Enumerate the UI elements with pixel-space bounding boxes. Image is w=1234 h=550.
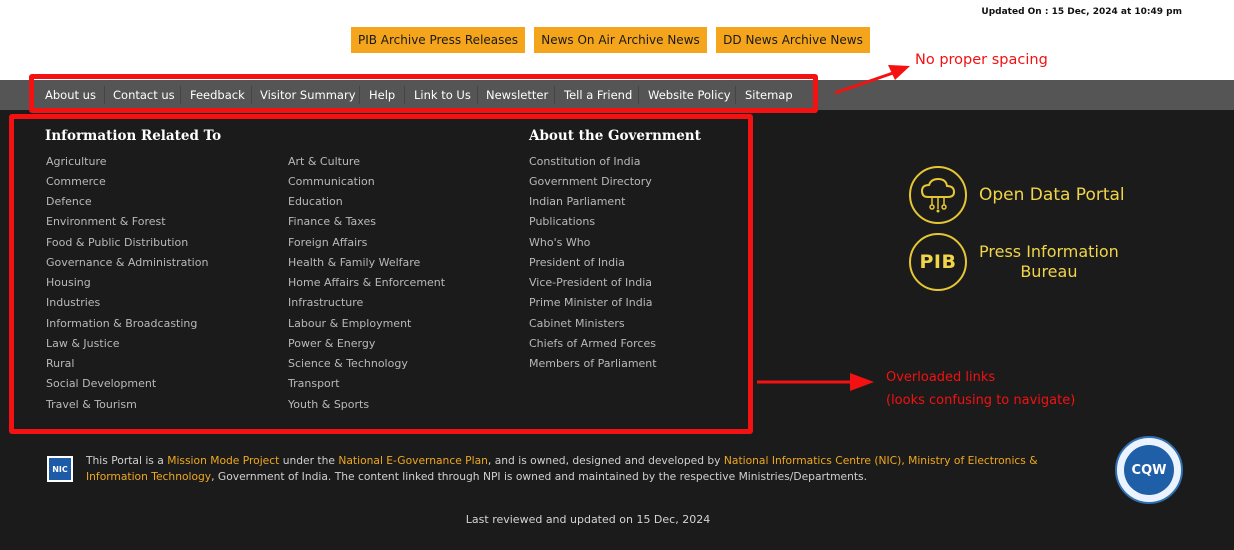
annotation-overload-line1: Overloaded links: [886, 370, 996, 385]
portal-text: , Government of India. The content linke…: [211, 470, 868, 483]
pib-badge-text: PIB: [919, 251, 957, 273]
annotation-spacing-text: No proper spacing: [915, 52, 1048, 68]
annotation-box-nav: [29, 74, 818, 113]
cqw-certification-badge: CQW: [1115, 436, 1183, 504]
cqw-badge-text: CQW: [1131, 462, 1167, 478]
mission-mode-project-link[interactable]: Mission Mode Project: [167, 454, 279, 467]
updated-timestamp: Updated On : 15 Dec, 2024 at 10:49 pm: [981, 7, 1182, 17]
pib-label-line2: Bureau: [1020, 262, 1078, 281]
pib-logo-icon: PIB: [909, 233, 967, 291]
portal-text: , and is owned, designed and developed b…: [487, 454, 724, 467]
annotation-overload-line2: (looks confusing to navigate): [886, 393, 1076, 408]
pib-link[interactable]: PIB Press Information Bureau: [909, 233, 1119, 291]
egovernance-plan-link[interactable]: National E-Governance Plan: [338, 454, 488, 467]
pib-label: Press Information Bureau: [979, 242, 1119, 282]
portal-disclaimer: This Portal is a Mission Mode Project un…: [86, 453, 1096, 485]
open-data-portal-link[interactable]: Open Data Portal: [909, 166, 1125, 224]
news-on-air-archive-button[interactable]: News On Air Archive News: [534, 27, 707, 53]
open-data-portal-label: Open Data Portal: [979, 185, 1125, 205]
cloud-icon: [909, 166, 967, 224]
pib-archive-button[interactable]: PIB Archive Press Releases: [351, 27, 525, 53]
portal-text: under the: [279, 454, 339, 467]
pib-label-line1: Press Information: [979, 242, 1119, 261]
arrow-links-head: [850, 373, 874, 391]
nic-logo-text: NIC: [52, 464, 68, 474]
portal-text: This Portal is a: [86, 454, 168, 467]
annotation-box-links: [9, 114, 753, 434]
last-reviewed: Last reviewed and updated on 15 Dec, 202…: [465, 513, 711, 526]
dd-news-archive-button[interactable]: DD News Archive News: [716, 27, 870, 53]
nic-logo: NIC: [47, 456, 73, 482]
